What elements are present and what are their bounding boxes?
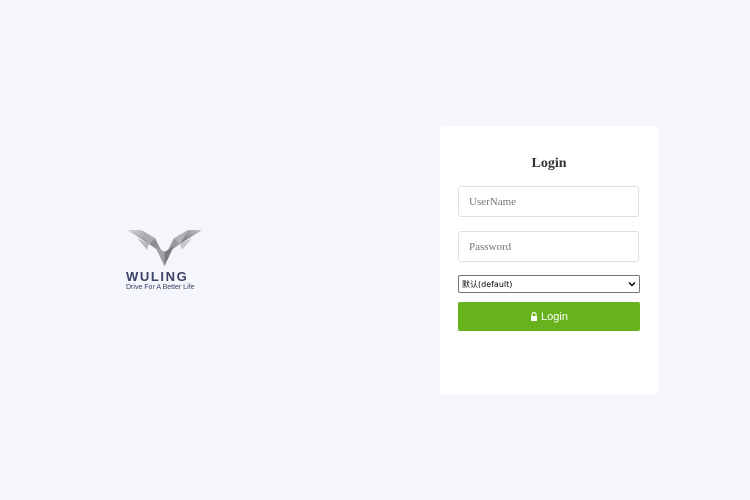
login-page: WULING Drive For A Better Life Login 默认(… xyxy=(0,0,750,500)
lock-icon xyxy=(531,312,538,321)
login-card: Login 默认(default) Login xyxy=(440,126,658,395)
brand-logo: WULING Drive For A Better Life xyxy=(124,228,206,294)
brand-wordmark: WULING xyxy=(126,269,189,284)
chevron-down-icon xyxy=(628,282,636,287)
language-select-value: 默认(default) xyxy=(462,279,513,289)
brand-tagline: Drive For A Better Life xyxy=(126,284,195,291)
password-input[interactable] xyxy=(458,231,639,262)
language-select[interactable]: 默认(default) xyxy=(458,275,640,293)
login-title: Login xyxy=(531,156,567,171)
wuling-logo-icon xyxy=(127,230,202,266)
login-button-label: Login xyxy=(541,310,568,323)
login-button[interactable]: Login xyxy=(458,302,640,331)
username-input[interactable] xyxy=(458,186,639,217)
